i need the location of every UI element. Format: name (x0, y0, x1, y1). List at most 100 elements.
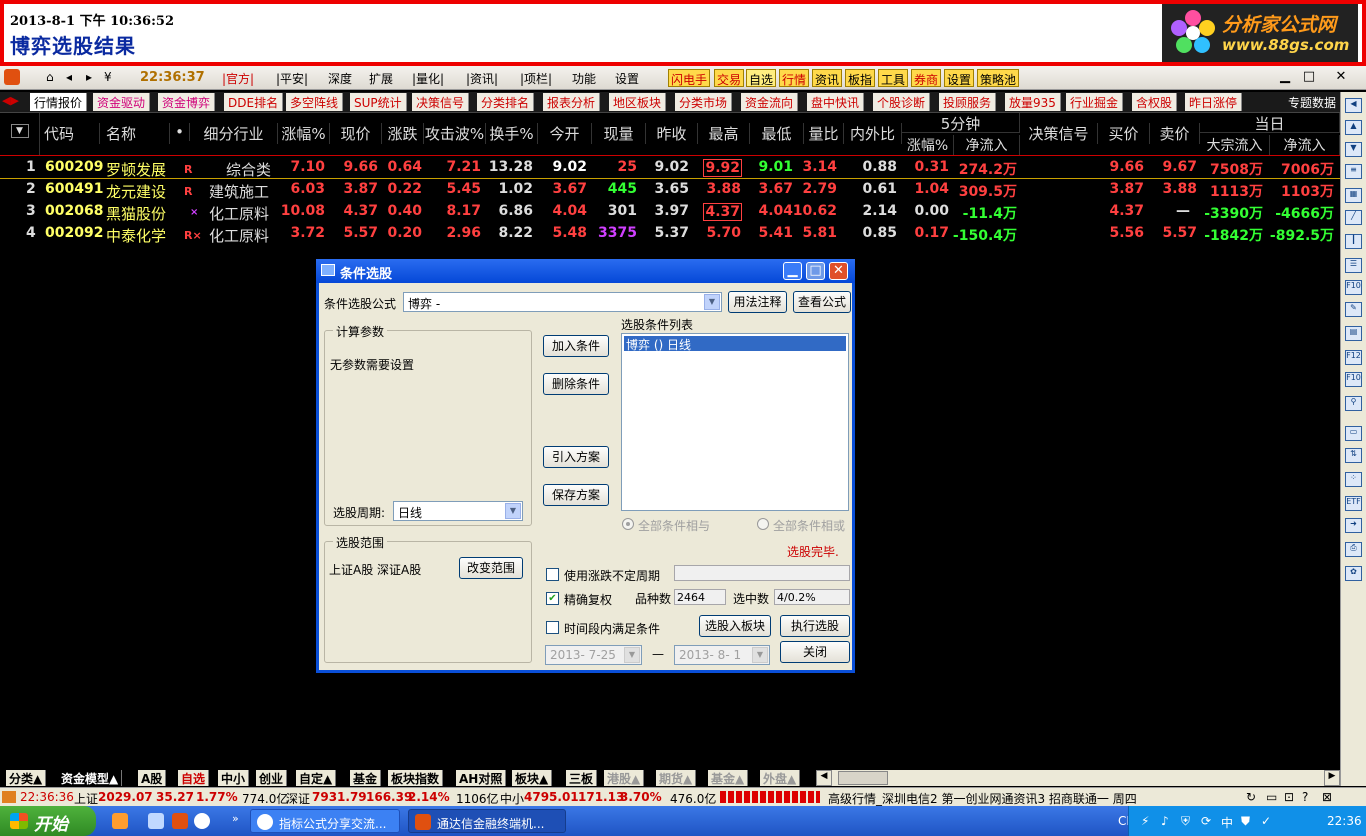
scroll-left-icon[interactable]: ◀ (816, 770, 832, 786)
security-icon[interactable]: ✓ (1261, 814, 1271, 828)
exact-adjust-checkbox[interactable]: ✔ (546, 592, 559, 605)
chevron-down-icon[interactable]: ▼ (505, 503, 521, 519)
btab-futures[interactable]: 期货▲ (656, 770, 697, 786)
etf-icon[interactable]: ETF (1345, 496, 1362, 511)
window-icon[interactable]: ▭ (1266, 790, 1277, 804)
col-wave[interactable]: 攻击波% (424, 123, 486, 144)
close-button[interactable]: 关闭 (780, 641, 850, 663)
time-cond-checkbox[interactable] (546, 621, 559, 634)
col-price[interactable]: 现价 (330, 123, 382, 144)
menu-settings[interactable]: 设置 (615, 70, 639, 87)
back-icon[interactable]: ◂ (66, 70, 72, 84)
select-to-block-button[interactable]: 选股入板块 (699, 615, 771, 637)
col-five-pct[interactable]: 涨幅% (902, 135, 954, 155)
info-button[interactable]: 资讯 (812, 69, 843, 87)
col-high[interactable]: 最高 (698, 123, 750, 144)
period-select[interactable]: 日线 ▼ (393, 501, 523, 521)
btab-chinext[interactable]: 创业 (256, 770, 288, 786)
shield-icon[interactable]: ⛊ (1241, 814, 1250, 829)
scroll-right-icon[interactable]: ▶ (1324, 770, 1340, 786)
save-scheme-button[interactable]: 保存方案 (543, 484, 609, 506)
status-alert-icon[interactable] (2, 791, 16, 803)
radio-and[interactable] (622, 518, 634, 530)
tab-rights[interactable]: 含权股 (1132, 93, 1178, 111)
btab-third-board[interactable]: 三板 (566, 770, 598, 786)
btab-fund-model[interactable]: 资金模型▲ (58, 770, 123, 786)
folder-icon[interactable]: ▭ (1345, 426, 1362, 441)
ime-icon[interactable]: 中 (1221, 814, 1233, 831)
menu-function[interactable]: 功能 (572, 70, 596, 87)
col-code[interactable]: 代码 (40, 123, 100, 144)
minimize-icon[interactable]: ▁ (1276, 69, 1294, 86)
arrow-left-icon[interactable]: ◀ (1345, 98, 1362, 113)
tab-sup-stats[interactable]: SUP统计 (350, 93, 407, 111)
menu-news[interactable]: |资讯| (466, 70, 498, 87)
btab-blocks[interactable]: 板块▲ (512, 770, 553, 786)
delete-condition-button[interactable]: 删除条件 (543, 373, 609, 395)
col-ask[interactable]: 卖价 (1150, 123, 1200, 144)
col-change[interactable]: 涨跌 (382, 123, 424, 144)
f12-icon[interactable]: F12 (1345, 350, 1362, 365)
menu-quant[interactable]: |量化| (412, 70, 444, 87)
add-condition-button[interactable]: 加入条件 (543, 335, 609, 357)
run-select-button[interactable]: 执行选股 (780, 615, 850, 637)
task-forum[interactable]: 指标公式分享交流... (250, 809, 400, 833)
tab-fund-game[interactable]: 资金博弈 (158, 93, 216, 111)
btab-category[interactable]: 分类▲ (6, 770, 47, 786)
arrow-up-icon[interactable]: ▲ (1345, 120, 1362, 135)
network-icon[interactable]: ⚡ (1141, 814, 1149, 828)
search-icon[interactable]: ⚲ (1345, 396, 1362, 411)
tab-category-rank[interactable]: 分类排名 (477, 93, 535, 111)
setup-button[interactable]: 设置 (944, 69, 975, 87)
refresh-icon[interactable]: ↻ (1246, 790, 1256, 804)
tab-reports[interactable]: 报表分析 (543, 93, 601, 111)
use-period-checkbox[interactable] (546, 568, 559, 581)
menu-official[interactable]: |官方| (222, 70, 254, 87)
task-tdx-terminal[interactable]: 通达信金融终端机... (408, 809, 566, 833)
forward-icon[interactable]: ▸ (86, 70, 92, 84)
news-icon[interactable]: ✎ (1345, 302, 1362, 317)
tab-dde-rank[interactable]: DDE排名 (224, 93, 284, 111)
antivirus-icon[interactable]: ⛨ (1181, 814, 1190, 829)
f10-icon[interactable]: F10 (1345, 280, 1362, 295)
tab-volume935[interactable]: 放量935 (1005, 93, 1061, 111)
quick-trade-button[interactable]: 闪电手 (668, 69, 711, 87)
tab-bull-bear[interactable]: 多空阵线 (286, 93, 344, 111)
quicklaunch-desktop-icon[interactable] (148, 813, 164, 829)
col-signal[interactable]: 决策信号 (1020, 123, 1098, 144)
tab-quotes[interactable]: 行情报价 (30, 93, 88, 111)
col-low[interactable]: 最低 (750, 123, 804, 144)
horizontal-scrollbar[interactable]: ◀ ▶ (816, 770, 1340, 786)
menu-topbar[interactable]: |项栏| (520, 70, 552, 87)
printer-icon[interactable]: ⎙ (1345, 542, 1362, 557)
radio-or[interactable] (757, 518, 769, 530)
btab-custom[interactable]: 自定▲ (296, 770, 337, 786)
tab-fund-drive[interactable]: 资金驱动 (93, 93, 151, 111)
list-icon[interactable]: ☰ (1345, 258, 1362, 273)
btab-hk[interactable]: 港股▲ (604, 770, 645, 786)
tab-fund-flow[interactable]: 资金流向 (741, 93, 799, 111)
col-inout[interactable]: 内外比 (844, 123, 902, 144)
view-formula-button[interactable]: 查看公式 (793, 291, 851, 313)
table-icon[interactable]: ▦ (1345, 188, 1362, 203)
tab-advisory[interactable]: 投顾服务 (939, 93, 997, 111)
btab-block-index[interactable]: 板块指数 (388, 770, 444, 786)
gear-icon[interactable]: ✿ (1345, 566, 1362, 581)
col-name[interactable]: 名称 (100, 123, 170, 144)
col-bid[interactable]: 买价 (1098, 123, 1150, 144)
start-button[interactable]: 开始 (0, 806, 96, 836)
strategy-pool-button[interactable]: 策略池 (977, 69, 1020, 87)
tab-live-news[interactable]: 盘中快讯 (807, 93, 865, 111)
arrow-down-icon[interactable]: ▼ (1345, 142, 1362, 157)
btab-fund2[interactable]: 基金▲ (708, 770, 749, 786)
col-open[interactable]: 今开 (538, 123, 592, 144)
col-five-net[interactable]: 净流入 (954, 135, 1020, 155)
btab-foreign[interactable]: 外盘▲ (760, 770, 801, 786)
trend-arrows-icon[interactable]: ⇅ (1345, 448, 1362, 463)
dialog-close-icon[interactable]: ✕ (829, 262, 848, 280)
home-icon[interactable]: ⌂ (46, 70, 54, 84)
maximize-icon[interactable]: □ (1300, 69, 1318, 86)
quicklaunch-more-icon[interactable]: » (232, 812, 239, 825)
table-row[interactable]: 3 002068 黑猫股份 × 化工原料 10.08 4.37 0.40 8.1… (0, 201, 1340, 223)
export-icon[interactable]: ➜ (1345, 518, 1362, 533)
